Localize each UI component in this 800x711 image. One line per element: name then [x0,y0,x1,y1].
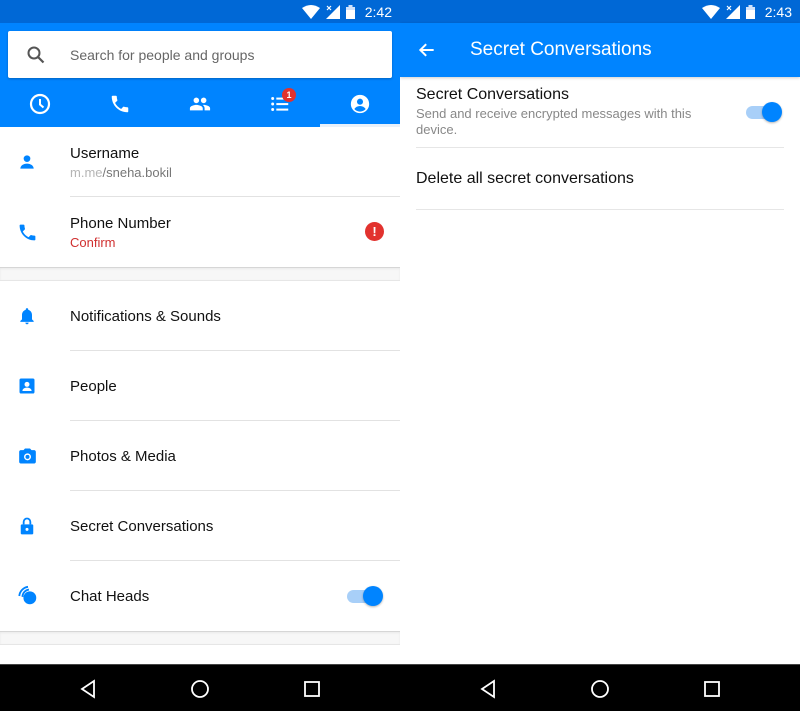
lock-icon [0,515,70,537]
search-input[interactable] [64,46,392,63]
username-label: Username [70,144,140,162]
section-divider [0,631,400,645]
settings-item-label: Photos & Media [70,447,176,465]
app-bar: Secret Conversations [400,23,800,77]
battery-icon [345,4,355,19]
nav-back-icon [480,679,495,699]
toggle-knob [762,102,782,122]
search-bar[interactable] [8,31,392,78]
settings-item-label: People [70,377,117,395]
settings-item-notifications[interactable]: Notifications & Sounds [0,281,400,351]
battery-icon [745,4,755,19]
contact-icon [0,376,70,396]
nav-recents-icon [704,681,720,697]
nav-group-left [0,665,400,711]
settings-item-label: Secret Conversations [70,517,214,535]
nav-back-icon [80,679,95,699]
nav-back-button[interactable] [76,677,100,701]
secret-conversations-toggle[interactable] [744,102,782,122]
phone-number-label: Phone Number [70,214,171,232]
search-icon [8,45,64,65]
section-divider [0,267,400,281]
header: 1 [0,23,400,127]
tab-profile[interactable] [320,81,400,127]
person-icon [0,152,70,172]
username-row[interactable]: Username m.me/sneha.bokil [0,127,400,197]
arrow-back-icon [418,43,434,57]
wifi-icon [301,4,320,19]
chat-heads-icon [0,585,70,607]
delete-all-secret-conversations-button[interactable]: Delete all secret conversations [416,148,784,210]
secret-conversations-screen: 2:43 Secret Conversations Secret Convers… [400,0,800,664]
settings-item-secret-conversations[interactable]: Secret Conversations [0,491,400,561]
alert-icon: ! [365,222,384,241]
settings-item-photos-media[interactable]: Photos & Media [0,421,400,491]
bell-icon [0,305,70,327]
tab-bar: 1 [0,81,400,127]
nav-recents-button[interactable] [300,677,324,701]
clock-time: 2:42 [364,3,392,20]
back-button[interactable] [400,40,454,60]
phone-icon [111,95,129,113]
status-bar: 2:43 [400,0,800,23]
status-bar: 2:42 [0,0,400,23]
delete-all-label: Delete all secret conversations [416,169,634,187]
phone-number-row[interactable]: Phone Number Confirm ! [0,197,400,267]
tab-calls[interactable] [80,81,160,127]
tab-recent[interactable] [0,81,80,127]
signal-icon [725,4,740,19]
nav-home-icon [191,680,209,698]
nav-home-icon [591,680,609,698]
toggle-knob [363,586,383,606]
option-description: Send and receive encrypted messages with… [416,106,692,137]
settings-screen: 2:42 1 [0,0,400,664]
phone-icon [0,222,70,243]
clock-time: 2:43 [764,3,792,20]
option-title: Secret Conversations [416,86,569,103]
camera-icon [0,446,70,466]
clock-icon [29,93,51,115]
notification-badge: 1 [282,88,296,102]
settings-item-people[interactable]: People [0,351,400,421]
confirm-link[interactable]: Confirm [70,235,400,250]
tab-active[interactable]: 1 [240,81,320,127]
people-icon [189,97,211,111]
account-circle-icon [350,94,370,114]
settings-item-label: Notifications & Sounds [70,307,221,325]
secret-conversations-option[interactable]: Secret Conversations Send and receive en… [416,77,784,148]
nav-recents-button[interactable] [700,677,724,701]
username-value: m.me/sneha.bokil [70,164,172,180]
nav-group-right [400,665,800,711]
system-nav-bar [0,664,800,711]
chat-heads-toggle[interactable] [345,586,383,606]
wifi-icon [701,4,720,19]
nav-back-button[interactable] [476,677,500,701]
tab-groups[interactable] [160,81,240,127]
nav-recents-icon [304,681,320,697]
settings-item-chat-heads[interactable]: Chat Heads [0,561,400,631]
nav-home-button[interactable] [588,677,612,701]
nav-home-button[interactable] [188,677,212,701]
page-title: Secret Conversations [470,39,652,60]
signal-icon [325,4,340,19]
